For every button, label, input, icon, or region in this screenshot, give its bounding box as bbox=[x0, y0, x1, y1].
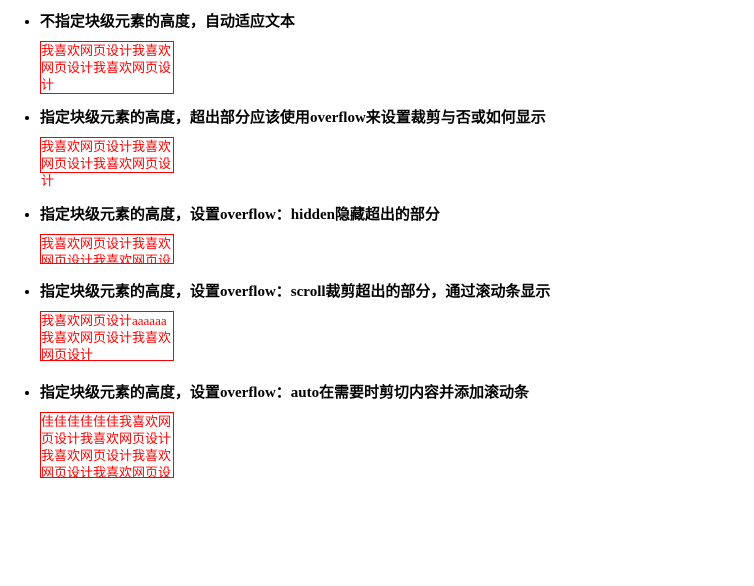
list-item: 不指定块级元素的高度，自动适应文本 我喜欢网页设计我喜欢网页设计我喜欢网页设计 bbox=[40, 10, 734, 94]
list-item: 指定块级元素的高度，设置overflow：scroll裁剪超出的部分，通过滚动条… bbox=[40, 280, 734, 361]
item-title: 指定块级元素的高度，设置overflow：hidden隐藏超出的部分 bbox=[40, 203, 734, 224]
item-title: 指定块级元素的高度，设置overflow：auto在需要时剪切内容并添加滚动条 bbox=[40, 381, 734, 402]
item-title: 指定块级元素的高度，超出部分应该使用overflow来设置裁剪与否或如何显示 bbox=[40, 106, 734, 127]
demo-box-overflow-auto[interactable]: 佳佳佳佳佳佳我喜欢网页设计我喜欢网页设计我喜欢网页设计我喜欢网页设计我喜欢网页设… bbox=[40, 412, 174, 478]
item-title: 指定块级元素的高度，设置overflow：scroll裁剪超出的部分，通过滚动条… bbox=[40, 280, 734, 301]
demo-box-overflow-visible: 我喜欢网页设计我喜欢网页设计我喜欢网页设计 bbox=[40, 137, 174, 173]
list-item: 指定块级元素的高度，设置overflow：hidden隐藏超出的部分 我喜欢网页… bbox=[40, 203, 734, 264]
list-item: 指定块级元素的高度，超出部分应该使用overflow来设置裁剪与否或如何显示 我… bbox=[40, 106, 734, 173]
demo-box-overflow-hidden: 我喜欢网页设计我喜欢网页设计我喜欢网页设计 bbox=[40, 234, 174, 264]
item-title: 不指定块级元素的高度，自动适应文本 bbox=[40, 10, 734, 31]
list-item: 指定块级元素的高度，设置overflow：auto在需要时剪切内容并添加滚动条 … bbox=[40, 381, 734, 478]
demo-box-auto-height: 我喜欢网页设计我喜欢网页设计我喜欢网页设计 bbox=[40, 41, 174, 94]
demo-box-overflow-scroll[interactable]: 我喜欢网页设计aaaaaa我喜欢网页设计我喜欢网页设计 bbox=[40, 311, 174, 361]
example-list: 不指定块级元素的高度，自动适应文本 我喜欢网页设计我喜欢网页设计我喜欢网页设计 … bbox=[0, 10, 734, 478]
